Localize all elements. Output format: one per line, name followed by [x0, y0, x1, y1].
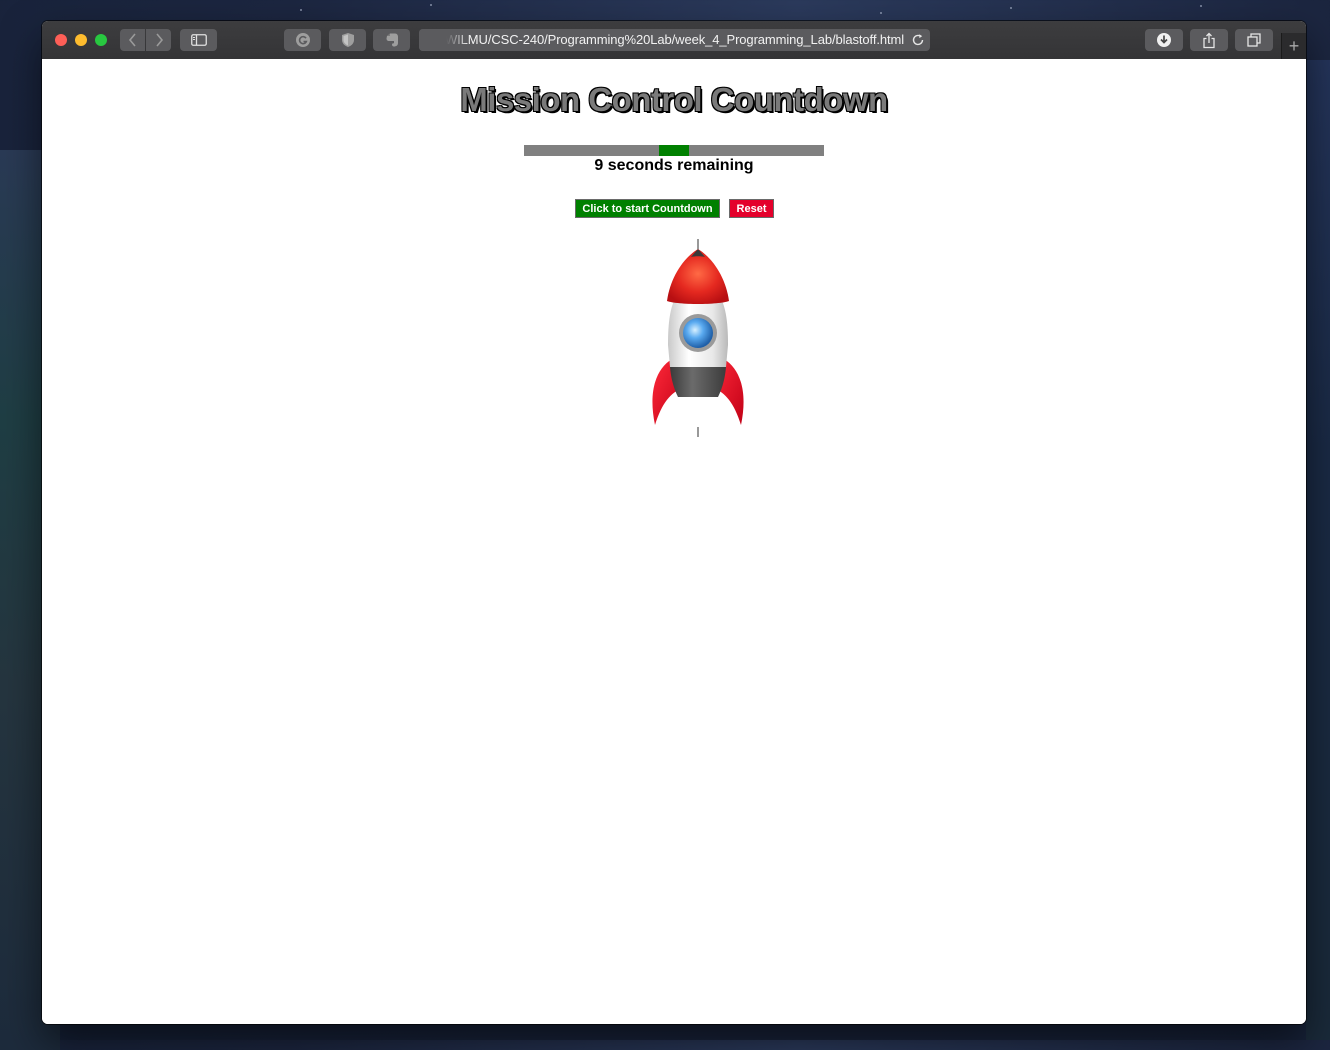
browser-window: WILMU/CSC-240/Programming%20Lab/week_4_P… [42, 21, 1306, 1024]
countdown-status-text: 9 seconds remaining [594, 157, 754, 174]
page-title: Mission Control Countdown [460, 81, 888, 118]
wallpaper-star [300, 9, 302, 11]
downloads-button[interactable] [1145, 29, 1183, 51]
grammarly-icon [295, 33, 310, 47]
start-countdown-button[interactable]: Click to start Countdown [575, 199, 720, 218]
rocket-nose [667, 249, 729, 304]
evernote-extension-button[interactable] [373, 29, 410, 51]
rocket-image [652, 239, 744, 437]
browser-toolbar: WILMU/CSC-240/Programming%20Lab/week_4_P… [42, 21, 1306, 60]
sidebar-icon [190, 34, 207, 46]
chevron-right-icon [155, 33, 163, 47]
wallpaper-star [1010, 7, 1012, 9]
address-fade [419, 29, 469, 51]
rocket-window [683, 318, 713, 348]
new-tab-button[interactable]: + [1281, 33, 1306, 59]
shield-icon [341, 33, 354, 47]
download-arrow-icon [1157, 33, 1171, 47]
wallpaper-star [1200, 5, 1202, 7]
rocket-base [670, 367, 726, 397]
wallpaper-star [880, 12, 882, 14]
tabs-icon [1247, 33, 1261, 47]
maximize-window-button[interactable] [95, 34, 107, 46]
web-page: Mission Control Countdown 9 seconds rema… [42, 59, 1306, 1024]
back-button[interactable] [120, 29, 145, 51]
privacy-extension-button[interactable] [329, 29, 366, 51]
reset-button[interactable]: Reset [729, 199, 774, 218]
sidebar-toggle-button[interactable] [180, 29, 217, 51]
countdown-progress-bar [524, 145, 824, 156]
grammarly-extension-button[interactable] [284, 29, 321, 51]
minimize-window-button[interactable] [75, 34, 87, 46]
countdown-progress-fill [659, 145, 689, 156]
wallpaper-star [430, 4, 432, 6]
desktop-wallpaper-right [1306, 60, 1330, 1040]
address-bar[interactable]: WILMU/CSC-240/Programming%20Lab/week_4_P… [419, 29, 930, 51]
url-text: WILMU/CSC-240/Programming%20Lab/week_4_P… [445, 32, 905, 47]
forward-button[interactable] [146, 29, 171, 51]
share-icon [1203, 32, 1215, 48]
chevron-left-icon [128, 33, 136, 47]
share-button[interactable] [1190, 29, 1228, 51]
tab-overview-button[interactable] [1235, 29, 1273, 51]
close-window-button[interactable] [55, 34, 67, 46]
reload-icon[interactable] [911, 33, 925, 47]
evernote-elephant-icon [386, 33, 398, 47]
